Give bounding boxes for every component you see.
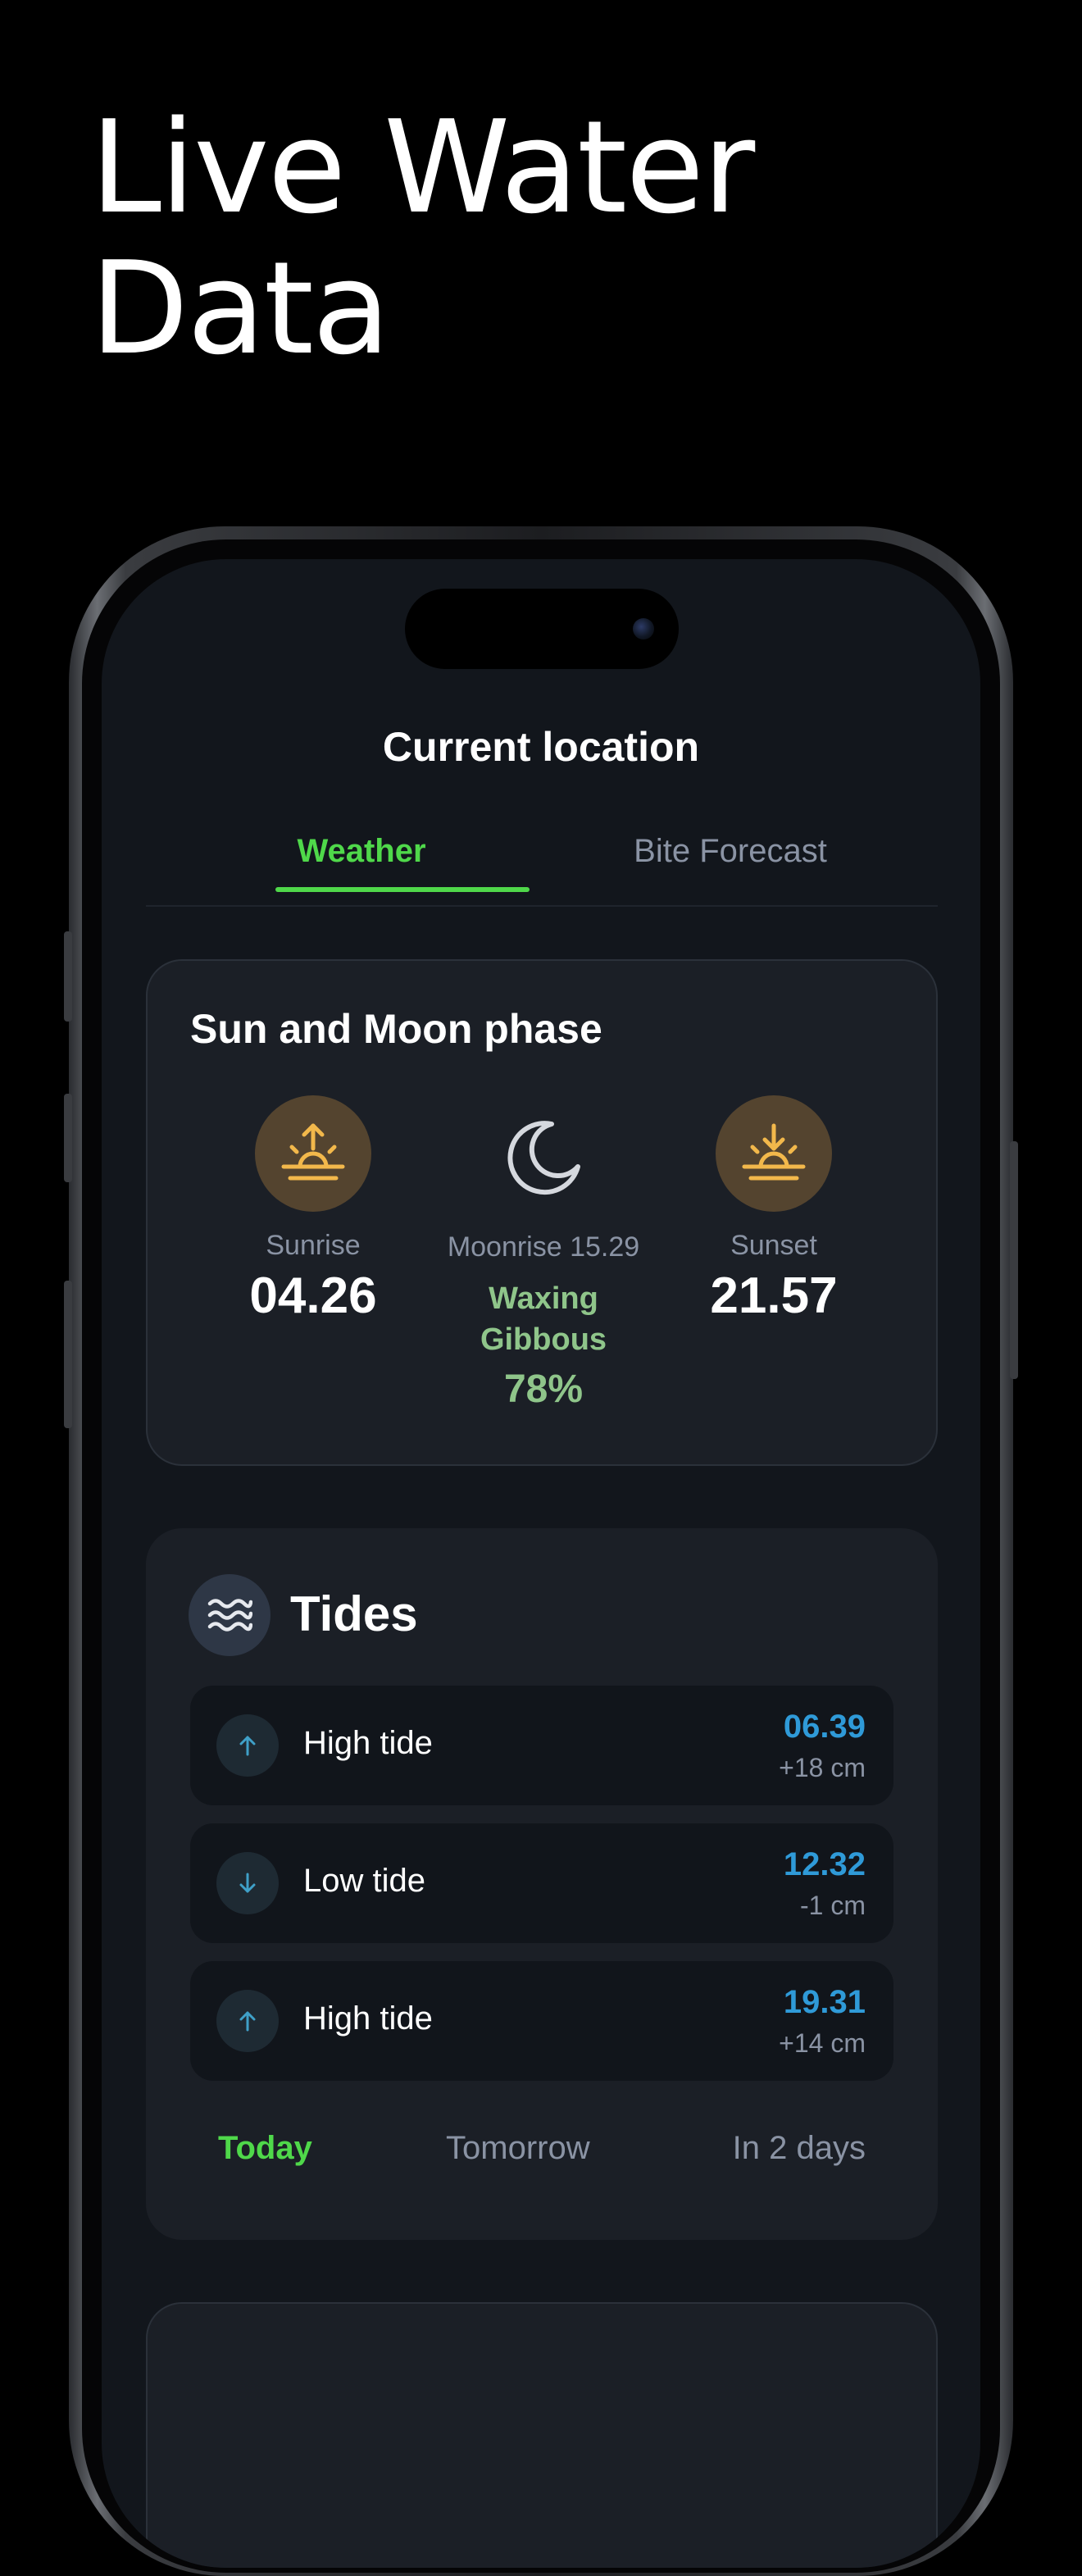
tide-label: Low tide: [303, 1863, 425, 1899]
day-tab-today[interactable]: Today: [218, 2130, 312, 2167]
sunset-time: 21.57: [710, 1268, 838, 1324]
tab-bar: Weather Bite Forecast: [146, 830, 938, 907]
sunset-label: Sunset: [730, 1230, 817, 1261]
arrow-down-icon: [216, 1852, 279, 1914]
tab-weather[interactable]: Weather: [211, 830, 511, 905]
phone-volume-up-button: [64, 1094, 72, 1182]
tide-time: 06.39: [783, 1709, 866, 1745]
page-title: Current location: [382, 724, 700, 770]
sunrise-column: Sunrise 04.26: [190, 1095, 436, 1325]
tide-height-change: +14 cm: [779, 2028, 866, 2058]
arrow-up-icon: [216, 1714, 279, 1777]
day-tab-tomorrow[interactable]: Tomorrow: [446, 2130, 590, 2167]
tab-bite-forecast[interactable]: Bite Forecast: [580, 830, 880, 905]
tide-label: High tide: [303, 2000, 433, 2037]
tide-row: Low tide 12.32 -1 cm: [190, 1823, 893, 1943]
tide-height-change: +18 cm: [779, 1753, 866, 1782]
day-tab-in-2-days[interactable]: In 2 days: [733, 2130, 866, 2167]
headline-line-1: Live Water: [90, 93, 755, 242]
tide-time: 19.31: [783, 1984, 866, 2020]
active-tab-indicator: [275, 887, 530, 892]
app-screen: Current location Weather Bite Forecast S…: [102, 559, 980, 2568]
moon-icon: [485, 1095, 602, 1218]
marketing-headline: Live Water Data: [90, 97, 755, 379]
tides-title: Tides: [290, 1586, 418, 1641]
arrow-up-icon: [216, 1990, 279, 2052]
phone-volume-down-button: [64, 1281, 72, 1428]
tide-row: High tide 06.39 +18 cm: [190, 1686, 893, 1805]
moonrise-time: Moonrise 15.29: [447, 1231, 640, 1263]
tide-label: High tide: [303, 1725, 433, 1761]
sunrise-label: Sunrise: [266, 1230, 361, 1261]
moon-phase-line-2: Gibbous: [480, 1322, 607, 1357]
tide-time: 12.32: [783, 1846, 866, 1882]
moon-phase-line-1: Waxing: [489, 1281, 598, 1316]
moon-column: Moonrise 15.29 Waxing Gibbous 78%: [421, 1095, 666, 1412]
moon-illumination: 78%: [503, 1368, 584, 1411]
tides-card: Tides High tide 06.39 +18 cm Low tide 12…: [146, 1528, 938, 2240]
sunset-icon: [716, 1095, 832, 1212]
sunset-column: Sunset 21.57: [651, 1095, 897, 1325]
sunrise-icon: [255, 1095, 371, 1212]
phone-power-button: [1010, 1141, 1018, 1379]
tide-height-change: -1 cm: [800, 1891, 866, 1920]
sun-moon-card: Sun and Moon phase Sunrise 04.26 Moonris…: [146, 959, 938, 1466]
sun-moon-title: Sun and Moon phase: [190, 1006, 602, 1052]
headline-line-2: Data: [90, 234, 390, 383]
camera-icon: [633, 618, 654, 639]
next-card: [146, 2302, 938, 2568]
tide-row: High tide 19.31 +14 cm: [190, 1961, 893, 2081]
phone-action-button: [64, 931, 72, 1022]
sunrise-time: 04.26: [249, 1268, 377, 1324]
waves-icon: [189, 1574, 270, 1656]
dynamic-island: [405, 589, 679, 669]
